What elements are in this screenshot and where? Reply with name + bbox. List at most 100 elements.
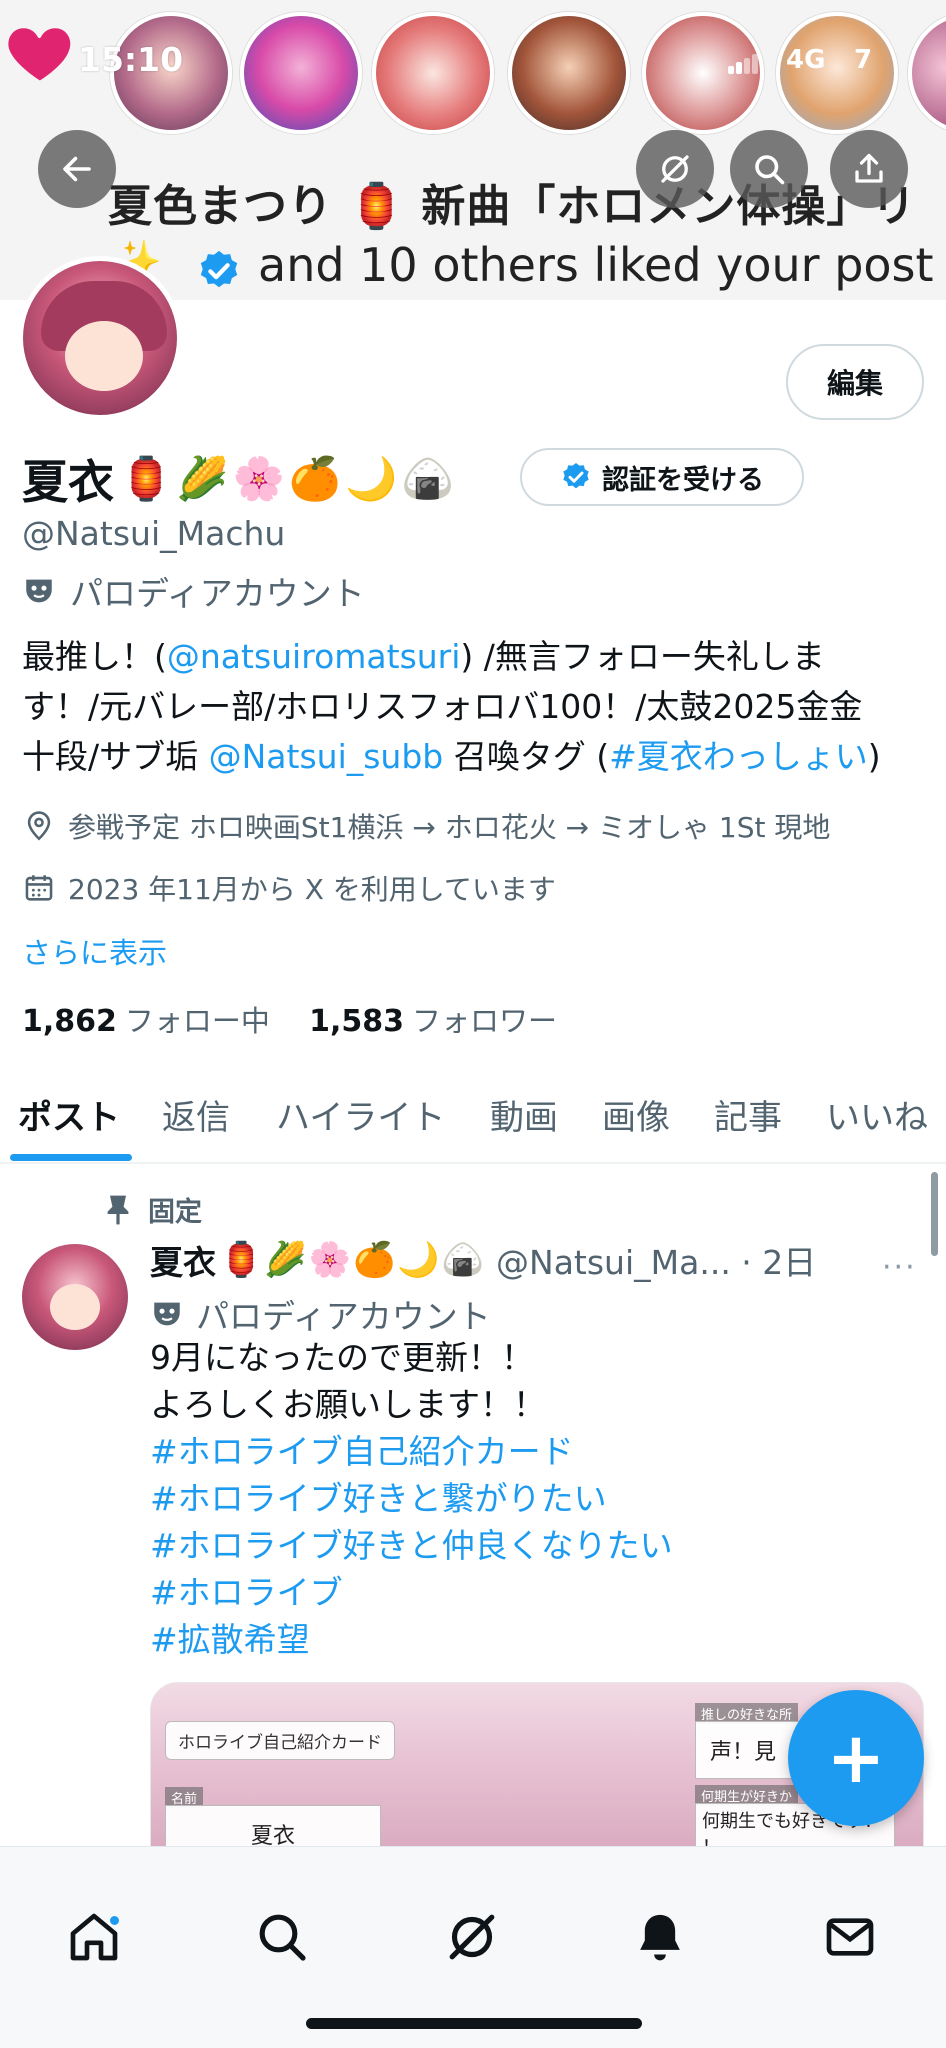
nav-search[interactable] [252,1907,312,1967]
post-parody-label: パロディアカウント [150,1290,491,1338]
active-tab-indicator [10,1154,132,1161]
bio-text: 召喚タグ ( [443,737,610,776]
grok-icon [661,155,689,183]
post-more-button[interactable]: ··· [882,1250,917,1285]
messages-icon [826,1918,874,1956]
post-body: 9月になったので更新！！ よろしくお願いします！！ #ホロライブ自己紹介カード … [150,1334,673,1663]
avatar-face [65,321,143,391]
banner-avatar-2 [240,12,362,134]
home-indicator [306,2018,642,2029]
post-hashtag-link[interactable]: #ホロライブ自己紹介カード [150,1428,673,1475]
post-hashtag-link[interactable]: #拡散希望 [150,1616,673,1663]
edit-profile-button[interactable]: 編集 [786,344,924,420]
show-more-link[interactable]: さらに表示 [22,930,167,972]
tab-likes[interactable]: いいね [826,1090,928,1139]
bio-text: 十段/サブ垢 [22,737,209,776]
profile-name-emoji: 🏮🌽🌸🍊🌙🍙 [120,454,458,503]
followers-label: フォロワー [412,1004,558,1038]
search-button[interactable] [730,130,808,208]
verified-badge-icon [200,250,238,288]
nav-messages[interactable] [820,1907,880,1967]
network-type: 4G [786,45,826,75]
post-author-emoji: 🏮🌽🌸🍊🌙🍙 [220,1240,487,1280]
post-hashtag-link[interactable]: #ホロライブ好きと繋がりたい [150,1475,673,1522]
following-label: フォロー中 [124,1004,270,1038]
heart-icon [8,28,71,81]
tab-articles[interactable]: 記事 [714,1090,782,1139]
parody-account-text: パロディアカウント [70,574,365,613]
grok-button[interactable] [636,130,714,208]
back-button[interactable] [38,130,116,208]
post-hashtag-link[interactable]: #ホロライブ好きと仲良くなりたい [150,1522,673,1569]
mask-icon [154,1302,180,1326]
profile-name-row: 夏衣 🏮🌽🌸🍊🌙🍙 [22,446,458,512]
share-button[interactable] [830,130,908,208]
pinned-indicator: 固定 [104,1190,202,1229]
notifications-icon [640,1914,680,1961]
calendar-icon [25,875,53,901]
tab-highlights[interactable]: ハイライト [276,1090,445,1139]
tab-media[interactable]: 画像 [602,1090,670,1139]
mask-icon [26,579,52,603]
get-verified-button[interactable]: 認証を受ける [520,448,804,506]
joined-text: 2023 年11月から X を利用しています [68,873,556,906]
compose-post-button[interactable]: + [788,1690,924,1826]
post-line: よろしくお願いします！！ [150,1385,546,1424]
bio-text: ) /無言フォロー失礼しま [460,637,825,676]
profile-joined: 2023 年11月から X を利用しています [22,868,556,908]
battery-level: 7 [854,45,873,75]
banner-avatar-7 [908,12,946,134]
post-author-name[interactable]: 夏衣 [150,1236,216,1284]
profile-name: 夏衣 [22,455,114,509]
profile-location: 参戦予定 ホロ映画St1横浜 → ホロ花火 → ミオしゃ 1St 現地 [22,806,830,846]
bio-mention-link[interactable]: @Natsui_subb [209,737,444,776]
location-pin-icon [27,811,51,841]
status-time: 15:10 [78,40,184,79]
search-icon [259,1914,306,1961]
post-author-avatar[interactable] [22,1244,128,1350]
pinned-label: 固定 [148,1197,202,1228]
post-header: 夏衣 🏮🌽🌸🍊🌙🍙 @Natsui_Ma... · 2日 [150,1236,816,1284]
get-verified-label: 認証を受ける [602,464,764,496]
profile-bio: 最推し！(@natsuiromatsuri) /無言フォロー失礼しま す！/元バ… [22,632,932,782]
following-link[interactable]: 1,862 フォロー中 [22,1004,270,1039]
parody-account-label: パロディアカウント [22,567,365,615]
avatar-face [50,1284,100,1330]
bio-mention-link[interactable]: @natsuiromatsuri [167,637,461,676]
scrollbar[interactable] [931,1172,938,1256]
tab-videos[interactable]: 動画 [490,1090,558,1139]
location-text: 参戦予定 ホロ映画St1横浜 → ホロ花火 → ミオしゃ 1St 現地 [68,811,831,844]
post-hashtag-link[interactable]: #ホロライブ [150,1569,673,1616]
verified-badge-icon [563,463,589,489]
nav-grok[interactable] [442,1907,502,1967]
signal-icon [728,52,758,74]
profile-tabs: ポスト 返信 ハイライト 動画 画像 記事 いいね [0,1080,946,1164]
profile-handle: @Natsui_Machu [22,514,286,553]
bio-text: す！/元バレー部/ホロリスフォロバ100！/太鼓2025金金 [22,687,863,726]
tab-replies[interactable]: 返信 [162,1090,230,1139]
pin-icon [107,1195,129,1224]
post-parody-text: パロディアカウント [196,1297,491,1336]
arrow-left-icon [63,156,91,182]
search-icon [755,155,785,185]
profile-avatar[interactable] [18,256,182,420]
following-count: 1,862 [22,1004,117,1039]
profile-banner[interactable]: 15:10 4G 7 夏色まつり 🏮 新曲「ホロメン体操」リ ✨ and 10 … [0,0,946,300]
post-handle-time: @Natsui_Ma... · 2日 [496,1243,817,1282]
bio-text: ) [867,737,881,776]
bio-hashtag-link[interactable]: #夏衣わっしょい [609,737,868,776]
bio-text: 最推し！( [22,637,167,676]
tab-posts[interactable]: ポスト [18,1090,120,1139]
followers-count: 1,583 [309,1004,405,1039]
card-title: ホロライブ自己紹介カード [165,1721,395,1760]
banner-avatar-3 [372,12,494,134]
followers-link[interactable]: 1,583 フォロワー [309,1004,558,1039]
post-line: 9月になったので更新！！ [150,1338,534,1377]
home-unread-dot [110,1916,119,1925]
follow-stats: 1,862 フォロー中 1,583 フォロワー [22,998,557,1040]
banner-avatar-4 [508,12,630,134]
plus-icon: + [826,1717,886,1799]
banner-liked-text: and 10 others liked your post [258,238,934,292]
grok-icon [449,1914,495,1960]
nav-notifications[interactable] [630,1907,690,1967]
